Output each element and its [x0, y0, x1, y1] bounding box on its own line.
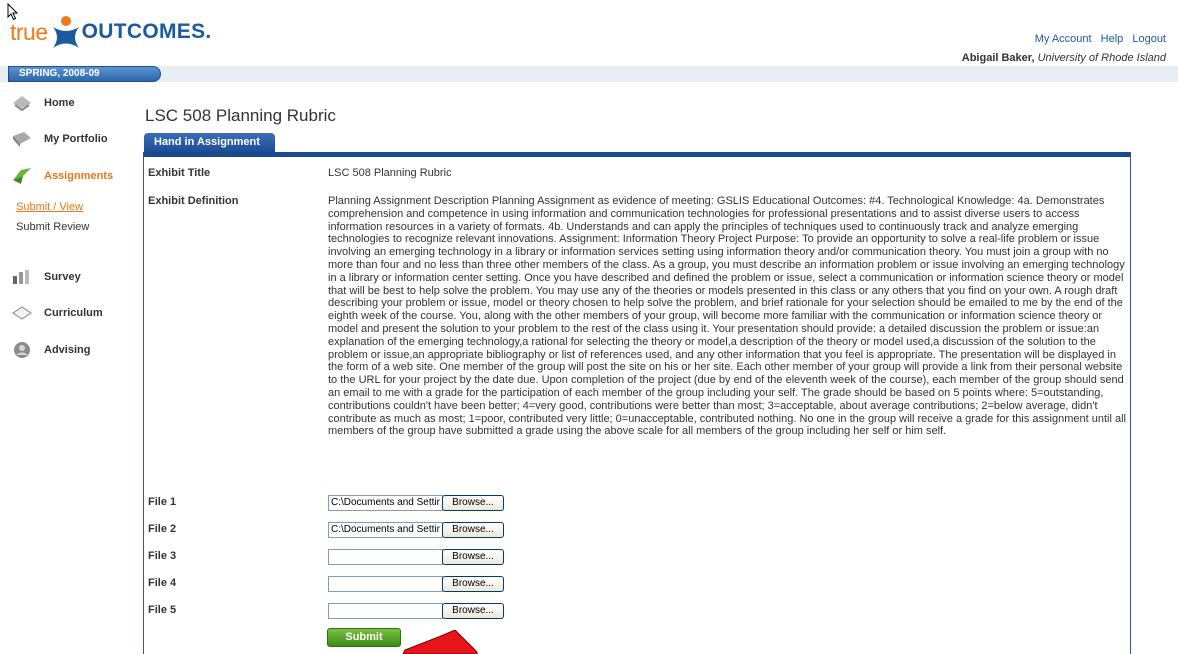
exhibit-title-label: Exhibit Title — [148, 167, 211, 179]
institution-name: University of Rhode Island — [1037, 52, 1166, 64]
app-root: true OUTCOMES. My Account Help Logout Ab… — [0, 0, 1178, 654]
logo-outcomes-text: OUTCOMES. — [81, 20, 212, 43]
sidebar-item-label: Curriculum — [44, 307, 103, 319]
file-3-browse-button[interactable]: Browse... — [442, 549, 504, 565]
trueoutcomes-logo[interactable]: true OUTCOMES. — [10, 12, 220, 52]
term-bar — [0, 66, 1178, 82]
sidebar-item-survey[interactable]: Survey — [10, 264, 81, 290]
submit-button[interactable]: Submit — [327, 628, 401, 647]
logout-link[interactable]: Logout — [1132, 33, 1166, 45]
assignment-panel: Exhibit Title LSC 508 Planning Rubric Ex… — [143, 152, 1131, 654]
page-title: LSC 508 Planning Rubric — [145, 106, 336, 125]
tab-hand-in-assignment[interactable]: Hand in Assignment — [144, 133, 275, 152]
logo-x-icon — [52, 16, 79, 48]
term-selector[interactable]: SPRING, 2008-09 — [8, 66, 161, 82]
file-3-label: File 3 — [148, 550, 177, 562]
exhibit-definition-text: Planning Assignment Description Planning… — [328, 195, 1126, 438]
annotation-arrow-icon — [402, 630, 478, 654]
curriculum-icon — [10, 301, 34, 325]
file-4-label: File 4 — [148, 577, 177, 589]
file-1-label: File 1 — [148, 496, 177, 508]
user-name: Abigail Baker, — [961, 52, 1035, 64]
sidebar-item-label: Advising — [44, 344, 91, 356]
help-link[interactable]: Help — [1101, 33, 1124, 45]
file-2-browse-button[interactable]: Browse... — [442, 522, 504, 538]
file-2-label: File 2 — [148, 523, 177, 535]
file-5-browse-button[interactable]: Browse... — [442, 603, 504, 619]
advising-icon — [10, 338, 34, 362]
sidebar-item-advising[interactable]: Advising — [10, 337, 90, 363]
file-5-label: File 5 — [148, 604, 177, 616]
exhibit-definition-label: Exhibit Definition — [148, 195, 239, 207]
account-links: My Account Help Logout — [1029, 33, 1166, 45]
assignments-icon — [10, 164, 34, 188]
sidebar-item-label: My Portfolio — [44, 133, 108, 145]
survey-icon — [10, 265, 34, 289]
sidebar-item-curriculum[interactable]: Curriculum — [10, 300, 103, 326]
file-3-input[interactable] — [328, 549, 443, 565]
file-1-input[interactable]: C:\Documents and Settir — [328, 495, 443, 511]
logo-true-text: true — [10, 18, 48, 45]
sidebar-item-my-portfolio[interactable]: My Portfolio — [10, 126, 108, 152]
my-account-link[interactable]: My Account — [1035, 33, 1092, 45]
portfolio-icon — [10, 127, 34, 151]
sidebar-item-label: Home — [44, 97, 75, 109]
sidebar-subitem-submit-view[interactable]: Submit / View — [16, 201, 83, 213]
file-4-browse-button[interactable]: Browse... — [442, 576, 504, 592]
home-icon — [10, 91, 34, 115]
file-5-input[interactable] — [328, 603, 443, 619]
sidebar-item-home[interactable]: Home — [10, 90, 75, 116]
user-info: Abigail Baker, University of Rhode Islan… — [962, 52, 1166, 64]
sidebar-item-label: Survey — [44, 271, 81, 283]
file-4-input[interactable] — [328, 576, 443, 592]
exhibit-title-value: LSC 508 Planning Rubric — [328, 167, 452, 179]
file-2-input[interactable]: C:\Documents and Settir — [328, 522, 443, 538]
sidebar-item-assignments[interactable]: Assignments — [10, 163, 113, 189]
file-1-browse-button[interactable]: Browse... — [442, 495, 504, 511]
sidebar-subitem-submit-review[interactable]: Submit Review — [16, 221, 89, 233]
sidebar-item-label: Assignments — [44, 170, 114, 182]
